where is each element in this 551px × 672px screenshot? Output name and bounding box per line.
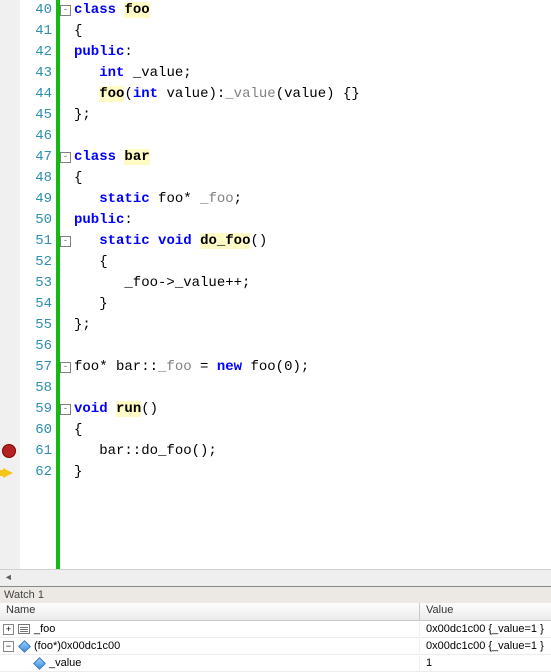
watch-row[interactable]: − (foo*)0x00dc1c00 0x00dc1c00 {_value=1 }	[0, 638, 551, 655]
struct-icon	[17, 622, 31, 636]
code-line[interactable]: _foo->_value++;	[74, 273, 551, 294]
code-line[interactable]: foo* bar::_foo = new foo(0);	[74, 357, 551, 378]
line-number: 57	[20, 357, 52, 378]
watch-name-cell[interactable]: _value	[0, 656, 420, 670]
line-number: 42	[20, 42, 52, 63]
watch-grid: Name Value + _foo 0x00dc1c00 {_value=1 } − (…	[0, 603, 551, 672]
scroll-left-arrow-icon[interactable]: ◄	[0, 570, 17, 587]
line-number: 51	[20, 231, 52, 252]
watch-expr-name: (foo*)0x00dc1c00	[34, 640, 120, 652]
line-number: 60	[20, 420, 52, 441]
line-number: 56	[20, 336, 52, 357]
watch-value-cell[interactable]: 0x00dc1c00 {_value=1 }	[420, 640, 551, 652]
line-number: 59	[20, 399, 52, 420]
code-line[interactable]: class foo	[74, 0, 551, 21]
watch-panel-title: Watch 1	[0, 587, 551, 603]
fold-gutter[interactable]: - - - - -	[56, 0, 70, 569]
code-line[interactable]: };	[74, 315, 551, 336]
code-line[interactable]: foo(int value):_value(value) {}	[74, 84, 551, 105]
line-number: 40	[20, 0, 52, 21]
code-line[interactable]	[74, 126, 551, 147]
watch-name-cell[interactable]: − (foo*)0x00dc1c00	[0, 639, 420, 653]
fold-toggle-icon[interactable]: -	[60, 236, 71, 247]
line-number: 61	[20, 441, 52, 462]
code-line[interactable]	[74, 336, 551, 357]
line-number: 48	[20, 168, 52, 189]
watch-value-cell[interactable]: 1	[420, 657, 551, 669]
code-line[interactable]: public:	[74, 42, 551, 63]
code-line[interactable]: static void do_foo()	[74, 231, 551, 252]
line-number: 52	[20, 252, 52, 273]
tree-expander-icon[interactable]: −	[3, 641, 14, 652]
watch-expr-name: _value	[49, 657, 81, 669]
variable-icon	[32, 656, 46, 670]
code-line[interactable]: int _value;	[74, 63, 551, 84]
watch-row[interactable]: _value 1	[0, 655, 551, 672]
code-line[interactable]: {	[74, 420, 551, 441]
line-number: 45	[20, 105, 52, 126]
code-line[interactable]: static foo* _foo;	[74, 189, 551, 210]
line-number: 62	[20, 462, 52, 483]
code-line[interactable]: bar::do_foo();	[74, 441, 551, 462]
code-line[interactable]: {	[74, 168, 551, 189]
fold-toggle-icon[interactable]: -	[60, 152, 71, 163]
breakpoint-margin[interactable]	[0, 0, 20, 569]
line-number: 53	[20, 273, 52, 294]
code-line[interactable]: }	[74, 462, 551, 483]
code-line[interactable]: };	[74, 105, 551, 126]
fold-toggle-icon[interactable]: -	[60, 5, 71, 16]
line-number: 49	[20, 189, 52, 210]
line-number: 44	[20, 84, 52, 105]
line-number: 55	[20, 315, 52, 336]
line-number: 43	[20, 63, 52, 84]
horizontal-scrollbar[interactable]: ◄	[0, 569, 551, 586]
line-number-gutter: 4041424344454647484950515253545556575859…	[20, 0, 56, 569]
fold-toggle-icon[interactable]: -	[60, 404, 71, 415]
code-line[interactable]: public:	[74, 210, 551, 231]
watch-value-cell[interactable]: 0x00dc1c00 {_value=1 }	[420, 623, 551, 635]
code-line[interactable]	[74, 378, 551, 399]
watch-panel: Watch 1 Name Value + _foo 0x00dc1c00 {_val…	[0, 586, 551, 672]
code-editor[interactable]: 4041424344454647484950515253545556575859…	[0, 0, 551, 569]
line-number: 54	[20, 294, 52, 315]
line-number: 58	[20, 378, 52, 399]
line-number: 47	[20, 147, 52, 168]
line-number: 50	[20, 210, 52, 231]
watch-col-value-header[interactable]: Value	[420, 603, 551, 620]
code-line[interactable]: class bar	[74, 147, 551, 168]
fold-toggle-icon[interactable]: -	[60, 362, 71, 373]
line-number: 46	[20, 126, 52, 147]
line-number: 41	[20, 21, 52, 42]
code-line[interactable]: {	[74, 21, 551, 42]
watch-name-cell[interactable]: + _foo	[0, 622, 420, 636]
code-line[interactable]: }	[74, 294, 551, 315]
watch-col-name-header[interactable]: Name	[0, 603, 420, 620]
code-line[interactable]: void run()	[74, 399, 551, 420]
code-line[interactable]: {	[74, 252, 551, 273]
variable-icon	[17, 639, 31, 653]
breakpoint-icon[interactable]	[2, 444, 18, 460]
code-text-area[interactable]: class foo{public: int _value; foo(int va…	[70, 0, 551, 569]
watch-row[interactable]: + _foo 0x00dc1c00 {_value=1 }	[0, 621, 551, 638]
current-line-arrow-icon	[2, 465, 18, 481]
watch-header-row: Name Value	[0, 603, 551, 621]
tree-expander-icon[interactable]: +	[3, 624, 14, 635]
watch-expr-name: _foo	[34, 623, 55, 635]
